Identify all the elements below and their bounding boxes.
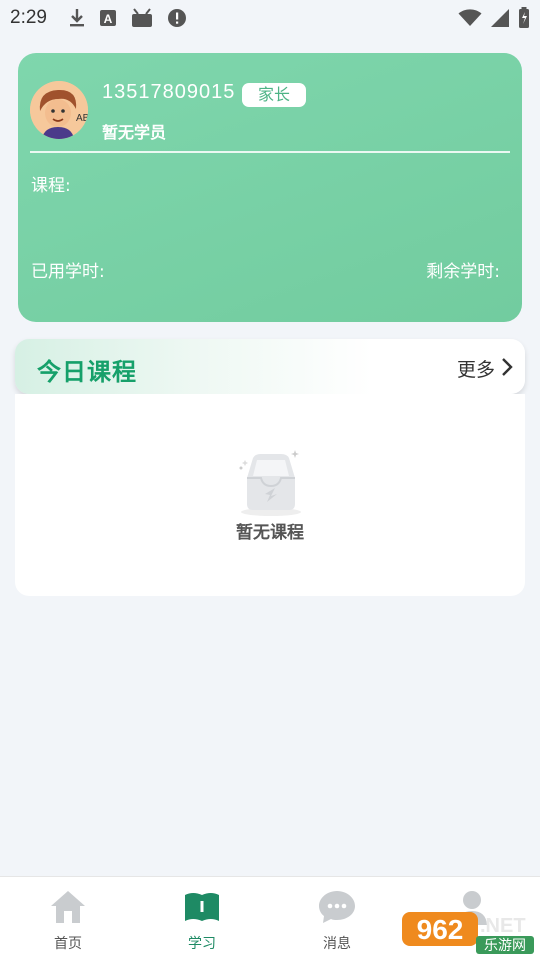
role-badge: 家长 — [242, 83, 306, 107]
remaining-hours-label: 剩余学时: — [426, 262, 500, 282]
font-icon: A — [99, 9, 117, 27]
card-divider — [30, 151, 510, 153]
student-name: 暂无学员 — [102, 123, 167, 142]
signal-icon — [490, 8, 510, 28]
android-icon — [131, 8, 153, 28]
nav-label-messages: 消息 — [323, 936, 351, 952]
today-courses-header: 今日课程 更多 — [15, 339, 525, 394]
watermark-domain: .NET — [480, 915, 526, 937]
status-bar: 2:29 A — [0, 0, 540, 36]
more-link[interactable]: 更多 — [457, 355, 495, 382]
status-time: 2:29 — [10, 7, 47, 28]
avatar[interactable]: AB — [30, 81, 88, 139]
chevron-right-icon[interactable] — [501, 357, 513, 381]
used-hours-label: 已用学时: — [31, 262, 105, 282]
nav-item-home[interactable]: 首页 — [18, 889, 118, 953]
nav-item-study[interactable]: 学习 — [152, 889, 252, 953]
battery-icon — [518, 7, 530, 29]
watermark-logo: 962 .NET 乐游网 — [400, 906, 536, 960]
watermark-number: 962 — [417, 914, 464, 945]
download-icon — [69, 8, 85, 28]
book-icon — [183, 889, 221, 929]
home-icon — [49, 889, 87, 929]
empty-state-text: 暂无课程 — [236, 523, 304, 543]
watermark-text: 乐游网 — [484, 938, 526, 954]
course-label: 课程: — [31, 176, 71, 196]
nav-item-messages[interactable]: 消息 — [287, 889, 387, 953]
wifi-icon — [458, 9, 482, 27]
empty-box-icon — [235, 446, 307, 522]
svg-text:A: A — [104, 12, 113, 26]
phone-number: 13517809015 — [102, 81, 236, 103]
svg-text:AB: AB — [76, 113, 88, 124]
nav-label-home: 首页 — [54, 936, 82, 952]
alert-icon — [167, 8, 187, 28]
status-right-icons — [458, 7, 530, 29]
today-courses-body: 暂无课程 — [15, 394, 525, 596]
chat-icon — [318, 889, 356, 929]
today-courses-title: 今日课程 — [37, 358, 137, 386]
status-left-icons: A — [69, 8, 187, 28]
nav-label-study: 学习 — [188, 936, 216, 952]
profile-card[interactable]: AB 13517809015 家长 暂无学员 课程: 已用学时: 剩余学时: — [18, 53, 522, 322]
